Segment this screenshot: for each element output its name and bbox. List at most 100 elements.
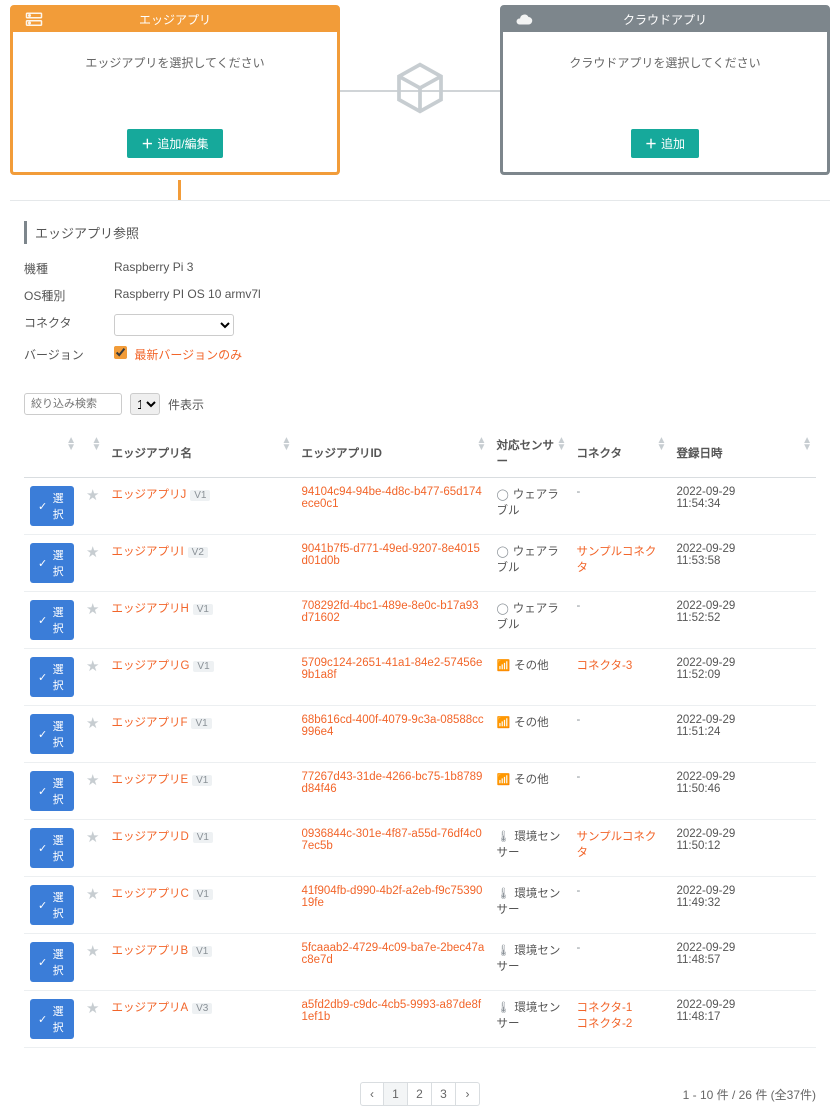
sensor-label: その他 <box>514 774 549 786</box>
select-button[interactable]: ✓選択 <box>30 828 74 868</box>
pager: ‹123› <box>360 1082 480 1106</box>
app-name[interactable]: エッジアプリA <box>111 1002 188 1014</box>
pager-page[interactable]: 1 <box>384 1082 408 1106</box>
app-id[interactable]: a5fd2db9-c9dc-4cb5-9993-a87de8f1ef1b <box>301 999 481 1023</box>
favorite-star-icon[interactable]: ★ <box>86 544 99 561</box>
pager-prev[interactable]: ‹ <box>360 1082 384 1106</box>
app-id[interactable]: 77267d43-31de-4266-bc75-1b8789d84f46 <box>301 771 482 795</box>
check-icon: ✓ <box>38 614 47 627</box>
favorite-star-icon[interactable]: ★ <box>86 943 99 960</box>
connector-link[interactable]: コネクタ-1 <box>576 1002 632 1014</box>
cloud-app-card: クラウドアプリ クラウドアプリを選択してください ＋追加 <box>500 5 830 175</box>
sensor-icon: 🌡 <box>496 945 510 957</box>
page-size-select[interactable]: 10 <box>130 393 160 415</box>
app-id[interactable]: 68b616cd-400f-4079-9c3a-08588cc996e4 <box>301 714 483 738</box>
select-button[interactable]: ✓選択 <box>30 657 74 697</box>
table-row: ✓選択 ★ エッジアプリE V1 77267d43-31de-4266-bc75-1b8… <box>24 763 816 820</box>
favorite-star-icon[interactable]: ★ <box>86 772 99 789</box>
select-button[interactable]: ✓選択 <box>30 486 74 526</box>
section-title: エッジアプリ参照 <box>24 221 816 244</box>
app-name[interactable]: エッジアプリD <box>111 831 188 843</box>
pager-page[interactable]: 2 <box>408 1082 432 1106</box>
package-icon <box>392 60 448 116</box>
edge-add-edit-button[interactable]: ＋追加/編集 <box>127 129 222 158</box>
result-summary: 1 - 10 件 / 26 件 (全37件) <box>646 1086 816 1103</box>
sort-icon: ▲▼ <box>282 437 292 451</box>
no-connector: - <box>576 486 580 498</box>
sensor-icon: 🌡 <box>496 888 510 900</box>
col-name[interactable]: エッジアプリ名▲▼ <box>105 429 295 478</box>
connector-cell: - <box>570 877 670 934</box>
col-favorite[interactable]: ▲▼ <box>80 429 105 478</box>
latest-version-checkbox[interactable] <box>114 346 127 359</box>
app-name[interactable]: エッジアプリH <box>111 603 188 615</box>
favorite-star-icon[interactable]: ★ <box>86 601 99 618</box>
version-badge: V2 <box>188 547 208 558</box>
favorite-star-icon[interactable]: ★ <box>86 715 99 732</box>
favorite-star-icon[interactable]: ★ <box>86 829 99 846</box>
favorite-star-icon[interactable]: ★ <box>86 1000 99 1017</box>
app-id[interactable]: 708292fd-4bc1-489e-8e0c-b17a93d71602 <box>301 600 478 624</box>
check-icon: ✓ <box>38 899 47 912</box>
plus-icon: ＋ <box>141 135 153 152</box>
app-id[interactable]: 5fcaaab2-4729-4c09-ba7e-2bec47ac8e7d <box>301 942 484 966</box>
select-button[interactable]: ✓選択 <box>30 999 74 1039</box>
pager-next[interactable]: › <box>456 1082 480 1106</box>
app-name[interactable]: エッジアプリB <box>111 945 188 957</box>
app-id[interactable]: 94104c94-94be-4d8c-b477-65d174ece0c1 <box>301 486 481 510</box>
sensor-icon: 🌡 <box>496 831 510 843</box>
app-name[interactable]: エッジアプリE <box>111 774 188 786</box>
date-cell: 2022-09-2911:48:17 <box>670 991 816 1048</box>
select-button[interactable]: ✓選択 <box>30 543 74 583</box>
favorite-star-icon[interactable]: ★ <box>86 487 99 504</box>
select-button[interactable]: ✓選択 <box>30 942 74 982</box>
version-badge: V1 <box>193 832 213 843</box>
date-cell: 2022-09-2911:52:52 <box>670 592 816 649</box>
select-button[interactable]: ✓選択 <box>30 771 74 811</box>
sort-icon: ▲▼ <box>477 437 487 451</box>
app-name[interactable]: エッジアプリF <box>111 717 187 729</box>
app-name[interactable]: エッジアプリI <box>111 546 183 558</box>
favorite-star-icon[interactable]: ★ <box>86 886 99 903</box>
server-icon <box>25 11 43 37</box>
table-row: ✓選択 ★ エッジアプリD V1 0936844c-301e-4f87-a55d-76d… <box>24 820 816 877</box>
favorite-star-icon[interactable]: ★ <box>86 658 99 675</box>
cloud-add-button[interactable]: ＋追加 <box>631 129 699 158</box>
check-icon: ✓ <box>38 842 47 855</box>
app-name[interactable]: エッジアプリC <box>111 888 188 900</box>
col-connector[interactable]: コネクタ▲▼ <box>570 429 670 478</box>
connector-link[interactable]: コネクタ-3 <box>576 660 632 672</box>
edge-app-card: エッジアプリ エッジアプリを選択してください ＋追加/編集 <box>10 5 340 175</box>
col-date[interactable]: 登録日時▲▼ <box>670 429 816 478</box>
app-name[interactable]: エッジアプリG <box>111 660 189 672</box>
search-input[interactable] <box>24 393 122 415</box>
sort-icon: ▲▼ <box>557 437 567 451</box>
date-cell: 2022-09-2911:50:46 <box>670 763 816 820</box>
table-row: ✓選択★エッジアプリFV168b616cd-400f-4079-9c3a-085… <box>24 706 816 763</box>
app-id[interactable]: 0936844c-301e-4f87-a55d-76df4c07ec5b <box>301 828 481 852</box>
date-cell: 2022-09-2911:54:34 <box>670 478 816 535</box>
connector-link[interactable]: サンプルコネクタ <box>576 831 656 859</box>
select-button[interactable]: ✓選択 <box>30 885 74 925</box>
no-connector: - <box>576 885 580 897</box>
pager-page[interactable]: 3 <box>432 1082 456 1106</box>
select-button[interactable]: ✓選択 <box>30 714 74 754</box>
app-id[interactable]: 41f904fb-d990-4b2f-a2eb-f9c7539019fe <box>301 885 482 909</box>
app-name[interactable]: エッジアプリJ <box>111 489 186 501</box>
connector-cell: コネクタ-1 コネクタ-2 <box>570 991 670 1048</box>
version-badge: V1 <box>193 661 213 672</box>
sort-icon: ▲▼ <box>657 437 667 451</box>
col-sensor[interactable]: 対応センサー▲▼ <box>490 429 570 478</box>
app-id[interactable]: 9041b7f5-d771-49ed-9207-8e4015d01d0b <box>301 543 479 567</box>
connector-link[interactable]: サンプルコネクタ <box>576 546 656 574</box>
cloud-card-placeholder: クラウドアプリを選択してください <box>569 54 760 71</box>
col-select[interactable]: ▲▼ <box>24 429 80 478</box>
version-badge: V1 <box>192 775 212 786</box>
app-id[interactable]: 5709c124-2651-41a1-84e2-57456e9b1a8f <box>301 657 482 681</box>
connector-link[interactable]: コネクタ-2 <box>576 1018 632 1030</box>
connector-select[interactable] <box>114 314 234 336</box>
check-icon: ✓ <box>38 728 47 741</box>
sort-icon: ▲▼ <box>802 437 812 451</box>
col-id[interactable]: エッジアプリID▲▼ <box>295 429 490 478</box>
select-button[interactable]: ✓選択 <box>30 600 74 640</box>
